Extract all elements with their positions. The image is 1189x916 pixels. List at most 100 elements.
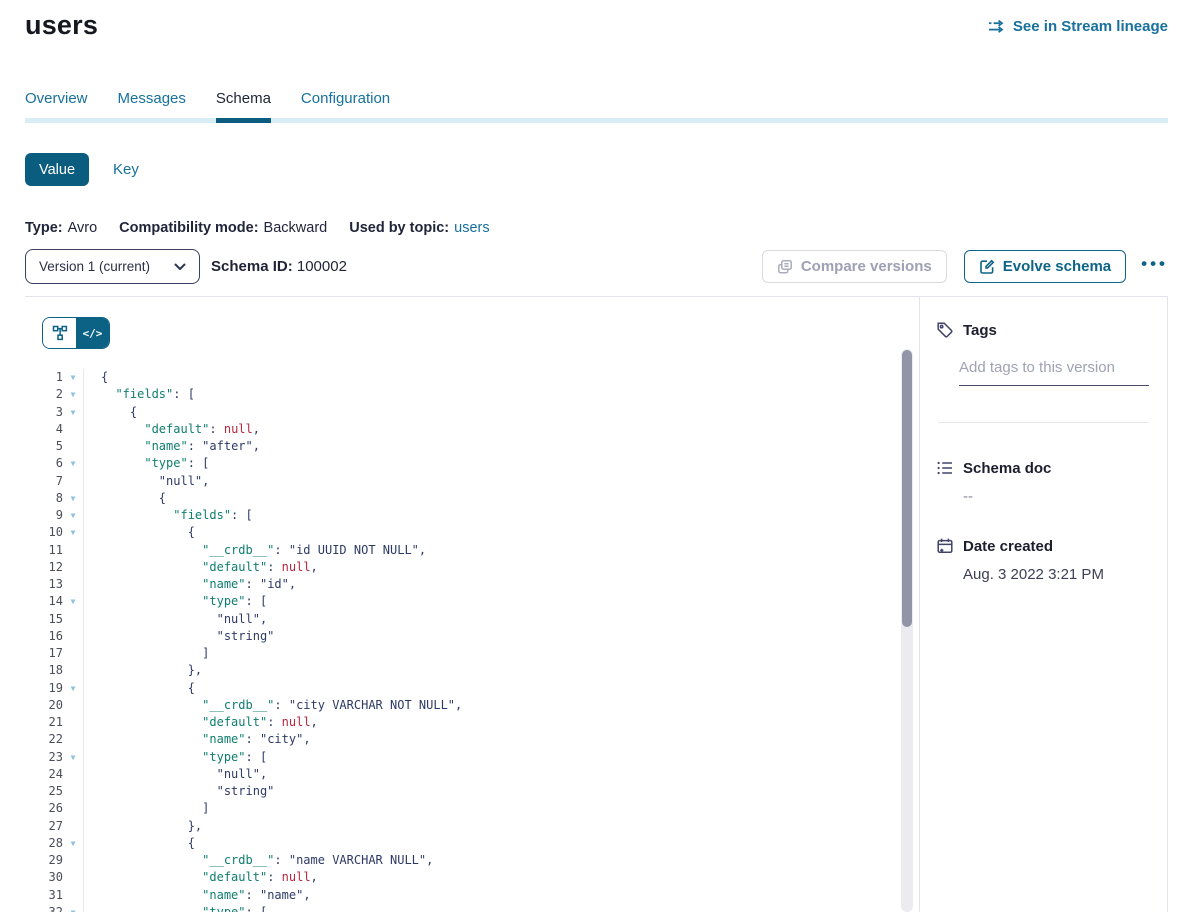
- fold-toggle-icon[interactable]: ▼: [63, 369, 84, 386]
- key-toggle-button[interactable]: Key: [113, 161, 139, 178]
- schema-id: Schema ID: 100002: [211, 258, 347, 275]
- evolve-schema-button[interactable]: Evolve schema: [964, 250, 1126, 283]
- code-text: ]: [84, 645, 209, 662]
- type-label: Type:: [25, 220, 63, 236]
- code-text: "type": [: [84, 749, 267, 766]
- code-text: "name": "after",: [84, 438, 260, 455]
- fold-gutter: [63, 576, 84, 593]
- code-line: 3▼ {: [25, 404, 919, 421]
- code-line: 18 },: [25, 662, 919, 679]
- code-text: "name": "city",: [84, 731, 311, 748]
- code-text: "__crdb__": "city VARCHAR NOT NULL",: [84, 697, 462, 714]
- sidebar-divider: [938, 422, 1149, 423]
- schema-id-label: Schema ID:: [211, 258, 293, 275]
- schema-meta: Type: Avro Compatibility mode: Backward Us…: [25, 220, 1168, 236]
- fold-gutter: [63, 818, 84, 835]
- page-header: users See in Stream lineage: [25, 0, 1168, 41]
- code-text: "name": "id",: [84, 576, 296, 593]
- value-toggle-button[interactable]: Value: [25, 153, 89, 186]
- version-select[interactable]: Version 1 (current): [25, 249, 200, 284]
- type-value: Avro: [68, 220, 98, 236]
- code-text: },: [84, 818, 202, 835]
- line-number: 30: [25, 869, 63, 886]
- schema-doc-value: --: [963, 488, 1149, 505]
- compatibility-value: Backward: [264, 220, 328, 236]
- fold-gutter: [63, 421, 84, 438]
- fold-toggle-icon[interactable]: ▼: [63, 507, 84, 524]
- stream-lineage-link[interactable]: See in Stream lineage: [988, 18, 1168, 35]
- code-line: 27 },: [25, 818, 919, 835]
- fold-toggle-icon[interactable]: ▼: [63, 386, 84, 403]
- editor-scrollbar-track[interactable]: [901, 349, 913, 912]
- code-line: 14▼ "type": [: [25, 593, 919, 610]
- fold-gutter: [63, 887, 84, 904]
- line-number: 22: [25, 731, 63, 748]
- code-text: {: [84, 680, 195, 697]
- code-text: "type": [: [84, 593, 267, 610]
- tab-schema[interactable]: Schema: [216, 90, 271, 123]
- compare-versions-button[interactable]: Compare versions: [762, 250, 947, 283]
- compatibility-label: Compatibility mode:: [119, 220, 258, 236]
- code-line: 25 "string": [25, 783, 919, 800]
- code-text: "null",: [84, 611, 267, 628]
- fold-gutter: [63, 559, 84, 576]
- tab-underline-track: [25, 118, 1168, 123]
- line-number: 10: [25, 524, 63, 541]
- fold-toggle-icon[interactable]: ▼: [63, 835, 84, 852]
- add-tags-input[interactable]: [959, 359, 1149, 376]
- code-line: 28▼ {: [25, 835, 919, 852]
- fold-toggle-icon[interactable]: ▼: [63, 593, 84, 610]
- line-number: 23: [25, 749, 63, 766]
- fold-gutter: [63, 542, 84, 559]
- used-by-topic-label: Used by topic:: [349, 220, 449, 236]
- code-text: "name": "name",: [84, 887, 311, 904]
- fold-toggle-icon[interactable]: ▼: [63, 904, 84, 912]
- line-number: 17: [25, 645, 63, 662]
- tree-view-button[interactable]: [43, 318, 76, 348]
- tabbar: Overview Messages Schema Configuration: [25, 90, 1168, 123]
- code-line: 22 "name": "city",: [25, 731, 919, 748]
- topic-link[interactable]: users: [454, 220, 489, 236]
- code-line: 17 ]: [25, 645, 919, 662]
- tree-view-icon: [52, 325, 68, 341]
- fold-toggle-icon[interactable]: ▼: [63, 490, 84, 507]
- line-number: 4: [25, 421, 63, 438]
- code-line: 23▼ "type": [: [25, 749, 919, 766]
- code-line: 7 "null",: [25, 473, 919, 490]
- page-title: users: [25, 10, 98, 41]
- compare-versions-label: Compare versions: [801, 258, 932, 275]
- code-line: 29 "__crdb__": "name VARCHAR NULL",: [25, 852, 919, 869]
- code-text: "default": null,: [84, 559, 318, 576]
- code-line: 13 "name": "id",: [25, 576, 919, 593]
- line-number: 11: [25, 542, 63, 559]
- code-text: "type": [: [84, 455, 209, 472]
- line-number: 24: [25, 766, 63, 783]
- code-text: "default": null,: [84, 869, 318, 886]
- code-text: "string": [84, 783, 274, 800]
- editor-scrollbar-thumb[interactable]: [902, 350, 912, 627]
- line-number: 31: [25, 887, 63, 904]
- list-icon: [936, 459, 954, 477]
- fold-toggle-icon[interactable]: ▼: [63, 749, 84, 766]
- chevron-down-icon: [174, 263, 186, 271]
- schema-id-value: 100002: [297, 258, 347, 275]
- value-key-toggle: Value Key: [25, 153, 1168, 186]
- fold-gutter: [63, 852, 84, 869]
- code-text: {: [84, 369, 108, 386]
- line-number: 21: [25, 714, 63, 731]
- fold-gutter: [63, 697, 84, 714]
- tag-icon: [936, 321, 954, 339]
- fold-toggle-icon[interactable]: ▼: [63, 680, 84, 697]
- code-line: 16 "string": [25, 628, 919, 645]
- code-text: {: [84, 490, 166, 507]
- more-actions-button[interactable]: •••: [1141, 255, 1168, 278]
- fold-toggle-icon[interactable]: ▼: [63, 455, 84, 472]
- fold-toggle-icon[interactable]: ▼: [63, 404, 84, 421]
- fold-toggle-icon[interactable]: ▼: [63, 524, 84, 541]
- fold-gutter: [63, 714, 84, 731]
- code-view-button[interactable]: </>: [76, 318, 109, 348]
- code-line: 31 "name": "name",: [25, 887, 919, 904]
- schema-doc-section: Schema doc --: [936, 459, 1149, 505]
- fold-gutter: [63, 645, 84, 662]
- code-text: "null",: [84, 473, 209, 490]
